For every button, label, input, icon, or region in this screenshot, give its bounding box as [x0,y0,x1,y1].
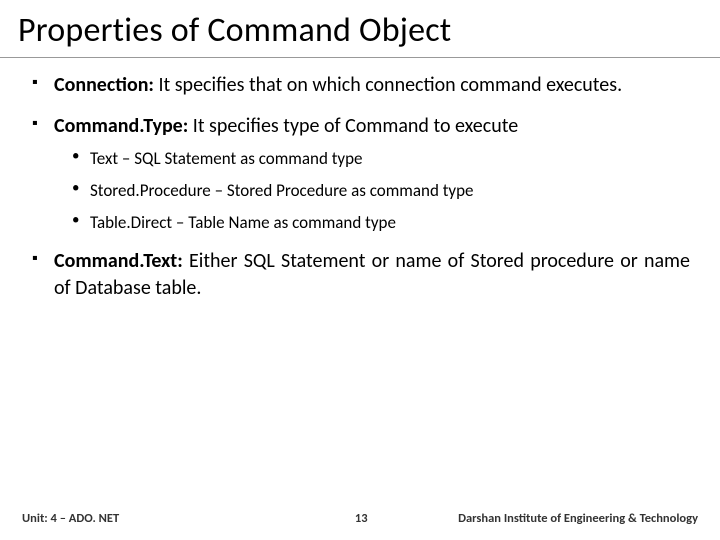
term-connection: Connection: [54,73,154,97]
slide-body: Connection: It specifies that on which c… [0,58,720,302]
slide-title: Properties of Command Object [0,0,720,58]
sub-text: Text – SQL Statement as command type [70,148,690,170]
footer-left: Unit: 4 – ADO. NET [22,511,119,526]
footer-right: Darshan Institute of Engineering & Techn… [458,511,698,526]
bullet-commandtype: Command.Type: It specifies type of Comma… [30,113,690,234]
bullet-commandtext: Command.Text: Either SQL Statement or na… [30,248,690,302]
term-commandtext: Command.Text: [54,249,183,273]
slide-footer: Unit: 4 – ADO. NET 13 Darshan Institute … [0,511,720,526]
bullet-connection: Connection: It specifies that on which c… [30,72,690,99]
term-commandtype: Command.Type: [54,114,188,138]
desc-commandtype: It specifies type of Command to execute [188,114,518,138]
desc-connection: It specifies that on which connection co… [154,73,622,97]
sub-storedprocedure: Stored.Procedure – Stored Procedure as c… [70,180,690,202]
footer-page-number: 13 [355,511,368,526]
sub-tabledirect: Table.Direct – Table Name as command typ… [70,212,690,234]
